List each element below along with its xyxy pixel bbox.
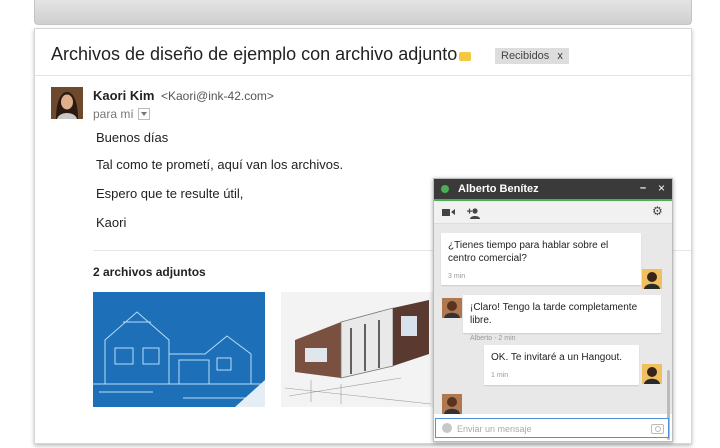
my-avatar-image (642, 269, 662, 289)
body-greeting: Buenos días (96, 130, 169, 145)
chat-contact-name: Alberto Benítez (458, 183, 539, 195)
body-signature: Kaori (96, 215, 127, 230)
message-time: 3 min (448, 273, 466, 280)
contact-avatar-image (442, 394, 462, 414)
message-text: ¿Tienes tiempo para hablar sobre el cent… (448, 240, 609, 264)
recipient-line: para mí (93, 107, 150, 121)
remove-label-button[interactable]: x (557, 50, 563, 62)
emoji-icon[interactable] (442, 423, 452, 433)
body-line-closing: Espero que te resulte útil, (96, 186, 244, 201)
details-dropdown-icon[interactable] (137, 107, 150, 120)
camera-icon[interactable] (651, 424, 664, 434)
attachment-building-thumbnail[interactable] (281, 292, 453, 407)
body-line-files: Tal como te prometí, aquí van los archiv… (96, 157, 344, 172)
message-text: ¡Claro! Tengo la tarde completamente lib… (470, 302, 638, 326)
chat-header[interactable]: Alberto Benítez – × (434, 179, 672, 201)
my-avatar (642, 364, 662, 384)
online-status-icon (441, 185, 449, 193)
message-time: Alberto - 2 min (470, 335, 516, 342)
add-person-glyph (467, 208, 480, 219)
minimize-icon[interactable]: – (640, 182, 646, 194)
message-text: OK. Te invitaré a un Hangout. (491, 352, 623, 363)
my-avatar (642, 269, 662, 289)
sender-avatar[interactable] (51, 87, 83, 119)
close-icon[interactable]: × (658, 181, 665, 195)
chat-window: Alberto Benítez – × ⚙ ¿Tienes tiempo par… (433, 178, 673, 442)
attachments-title: 2 archivos adjuntos (93, 265, 206, 279)
my-avatar-image (642, 364, 662, 384)
sender-email: <Kaori@ink-42.com> (161, 89, 274, 103)
contact-avatar-image (442, 298, 462, 318)
message-bubble: ¡Claro! Tengo la tarde completamente lib… (463, 295, 661, 342)
label-tag-icon[interactable] (459, 52, 471, 61)
blueprint-image (93, 292, 265, 407)
label-chip-text: Recibidos (501, 50, 550, 62)
building-image (281, 292, 453, 407)
add-person-icon[interactable] (466, 206, 480, 219)
browser-top-bar (34, 0, 692, 25)
message-bubble: OK. Te invitaré a un Hangout. 1 min (484, 345, 639, 385)
gear-icon[interactable]: ⚙ (652, 205, 664, 217)
chat-input-box (435, 418, 669, 438)
label-chip: Recibidos x (495, 48, 569, 64)
email-subject: Archivos de diseño de ejemplo con archiv… (51, 44, 458, 64)
contact-avatar (442, 298, 462, 318)
chat-messages: ¿Tienes tiempo para hablar sobre el cent… (434, 224, 672, 440)
attachment-blueprint-thumbnail[interactable] (93, 292, 265, 407)
recipient-text: para mí (93, 107, 134, 121)
subject-row: Archivos de diseño de ejemplo con archiv… (35, 29, 691, 76)
message-time: 1 min (491, 372, 509, 379)
chat-toolbar: ⚙ (434, 201, 672, 224)
chat-message-input[interactable] (457, 422, 642, 435)
sender-name[interactable]: Kaori Kim (93, 88, 154, 103)
sender-avatar-image (51, 87, 83, 119)
video-call-icon[interactable] (442, 209, 455, 216)
contact-avatar (442, 394, 462, 414)
message-bubble: ¿Tienes tiempo para hablar sobre el cent… (441, 233, 641, 285)
